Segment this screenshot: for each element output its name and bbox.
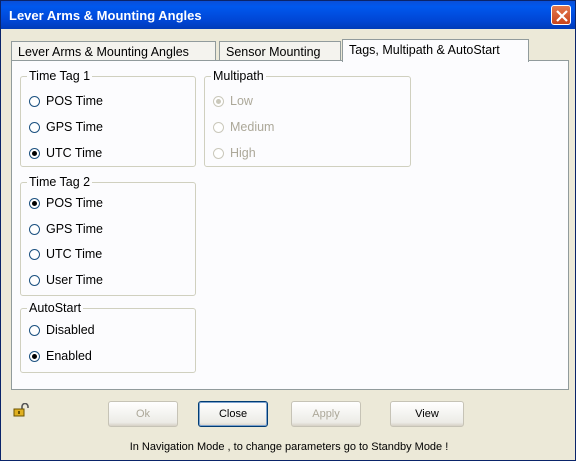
group-title: AutoStart — [27, 301, 84, 315]
ok-button[interactable]: Ok — [108, 401, 178, 427]
radio-button[interactable] — [213, 147, 224, 159]
tab-sensor-mounting[interactable]: Sensor Mounting — [219, 41, 341, 61]
radio-button[interactable] — [29, 350, 40, 362]
radio-button[interactable] — [29, 274, 40, 286]
radio-label: POS Time — [46, 196, 103, 210]
radio-label: High — [230, 146, 256, 160]
tab-lever-arms[interactable]: Lever Arms & Mounting Angles — [11, 41, 216, 61]
radio-button[interactable] — [29, 95, 40, 107]
radio-label: Enabled — [46, 349, 92, 363]
radio-label: Low — [230, 94, 253, 108]
title-bar[interactable]: Lever Arms & Mounting Angles — [1, 1, 575, 29]
radio-label: UTC Time — [46, 247, 103, 261]
radio-button[interactable] — [29, 121, 40, 133]
close-icon — [556, 10, 568, 22]
time-tag-1-group: Time Tag 1 POS Time GPS Time UTC Time — [20, 69, 196, 167]
button-label: View — [415, 408, 439, 420]
group-title: Time Tag 1 — [27, 69, 93, 83]
multipath-high[interactable]: High — [213, 145, 256, 161]
autostart-enabled[interactable]: Enabled — [29, 348, 92, 364]
tab-label: Tags, Multipath & AutoStart — [349, 43, 500, 57]
radio-button[interactable] — [29, 324, 40, 336]
tab-panel: Time Tag 1 POS Time GPS Time UTC Time Mu… — [11, 60, 569, 390]
apply-button[interactable]: Apply — [291, 401, 361, 427]
close-button[interactable]: Close — [198, 401, 268, 427]
radio-label: POS Time — [46, 94, 103, 108]
radio-button[interactable] — [29, 197, 40, 209]
time-tag-2-pos-time[interactable]: POS Time — [29, 195, 103, 211]
tab-label: Sensor Mounting — [226, 45, 321, 59]
radio-button[interactable] — [29, 147, 40, 159]
radio-label: UTC Time — [46, 146, 103, 160]
group-title: Multipath — [211, 69, 266, 83]
radio-button[interactable] — [213, 95, 224, 107]
close-window-button[interactable] — [551, 5, 571, 25]
multipath-group: Multipath Low Medium High — [204, 69, 411, 167]
autostart-disabled[interactable]: Disabled — [29, 322, 95, 338]
radio-button[interactable] — [213, 121, 224, 133]
multipath-medium[interactable]: Medium — [213, 119, 274, 135]
time-tag-2-user-time[interactable]: User Time — [29, 272, 103, 288]
time-tag-1-utc-time[interactable]: UTC Time — [29, 145, 102, 161]
time-tag-2-gps-time[interactable]: GPS Time — [29, 221, 103, 237]
view-button[interactable]: View — [390, 401, 464, 427]
group-title: Time Tag 2 — [27, 175, 93, 189]
status-message: In Navigation Mode , to change parameter… — [129, 441, 449, 453]
radio-label: GPS Time — [46, 222, 103, 236]
time-tag-1-gps-time[interactable]: GPS Time — [29, 119, 103, 135]
unlocked-padlock-icon — [13, 402, 29, 420]
dialog-window: Lever Arms & Mounting Angles Lever Arms … — [0, 0, 576, 461]
radio-label: GPS Time — [46, 120, 103, 134]
radio-label: Medium — [230, 120, 275, 134]
button-label: Close — [218, 408, 248, 420]
button-label: Ok — [135, 408, 151, 420]
radio-button[interactable] — [29, 223, 40, 235]
radio-label: Disabled — [46, 323, 95, 337]
button-label: Apply — [312, 408, 340, 420]
radio-label: User Time — [46, 273, 103, 287]
radio-button[interactable] — [29, 248, 40, 260]
tab-strip: Lever Arms & Mounting Angles Sensor Moun… — [11, 39, 571, 62]
tab-label: Lever Arms & Mounting Angles — [18, 45, 189, 59]
multipath-low[interactable]: Low — [213, 93, 253, 109]
tab-tags-multipath-autostart[interactable]: Tags, Multipath & AutoStart — [342, 39, 529, 62]
time-tag-2-group: Time Tag 2 POS Time GPS Time UTC Time Us… — [20, 175, 196, 296]
time-tag-1-pos-time[interactable]: POS Time — [29, 93, 103, 109]
window-title: Lever Arms & Mounting Angles — [9, 8, 202, 23]
time-tag-2-utc-time[interactable]: UTC Time — [29, 246, 102, 262]
autostart-group: AutoStart Disabled Enabled — [20, 301, 196, 373]
